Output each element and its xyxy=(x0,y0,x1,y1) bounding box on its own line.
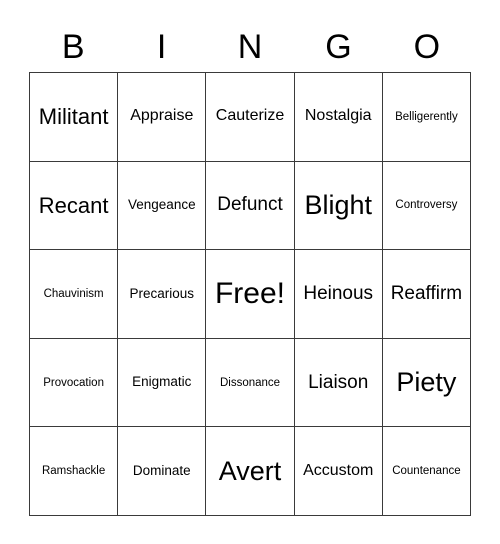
bingo-cell-label: Militant xyxy=(38,104,109,130)
bingo-cell-label: Chauvinism xyxy=(43,287,104,300)
bingo-grid: Militant Appraise Cauterize Nostalgia Bellig… xyxy=(29,72,472,516)
bingo-row: Provocation Enigmatic Dissonance Liaison Pie… xyxy=(30,338,472,428)
bingo-row: Recant Vengeance Defunct Blight Controversy xyxy=(30,161,472,251)
bingo-cell-label: Provocation xyxy=(43,376,104,389)
bingo-cell-label: Recant xyxy=(38,192,109,218)
bingo-cell-label: Vengeance xyxy=(128,197,196,213)
header-letter-b: B xyxy=(61,28,85,66)
bingo-cell-label: Avert xyxy=(218,456,282,486)
header-letter-g: G xyxy=(325,28,352,66)
bingo-cell[interactable]: Avert xyxy=(206,427,295,516)
bingo-cell-label: Blight xyxy=(304,190,372,221)
bingo-cell[interactable]: Accustom xyxy=(294,427,383,516)
bingo-cell-label: Free! xyxy=(214,277,286,311)
bingo-cell[interactable]: Vengeance xyxy=(118,161,207,251)
bingo-cell-label: Piety xyxy=(396,367,457,398)
bingo-cell-label: Dominate xyxy=(132,463,191,479)
bingo-cell[interactable]: Nostalgia xyxy=(294,73,383,162)
bingo-cell[interactable]: Dominate xyxy=(118,427,207,516)
bingo-cell-label: Reaffirm xyxy=(390,283,463,305)
bingo-cell-label: Cauterize xyxy=(215,107,285,125)
bingo-cell-label: Countenance xyxy=(392,465,461,478)
bingo-cell-label: Dissonance xyxy=(219,376,281,389)
bingo-free-space-cell[interactable]: Free! xyxy=(206,250,295,339)
bingo-cell[interactable]: Blight xyxy=(294,161,383,251)
bingo-cell[interactable]: Defunct xyxy=(206,161,295,251)
bingo-cell[interactable]: Cauterize xyxy=(206,73,295,162)
bingo-cell[interactable]: Liaison xyxy=(294,338,383,428)
bingo-cell-label: Defunct xyxy=(217,194,283,216)
bingo-cell[interactable]: Appraise xyxy=(118,73,207,162)
bingo-cell-label: Liaison xyxy=(308,371,369,393)
bingo-row: Ramshackle Dominate Avert Accustom Countenan… xyxy=(30,427,472,516)
bingo-cell[interactable]: Enigmatic xyxy=(118,338,207,428)
bingo-cell-label: Heinous xyxy=(303,283,374,305)
bingo-cell-label: Precarious xyxy=(129,285,195,301)
bingo-cell-label: Accustom xyxy=(303,461,374,479)
bingo-card: B I N G O Militant Appraise Cauterize Nosta… xyxy=(29,22,472,516)
bingo-cell-label: Ramshackle xyxy=(41,465,106,478)
bingo-cell[interactable]: Countenance xyxy=(382,427,472,516)
bingo-cell[interactable]: Belligerently xyxy=(382,73,472,162)
bingo-cell-label: Enigmatic xyxy=(132,374,192,390)
bingo-cell-label: Appraise xyxy=(130,107,194,125)
bingo-cell[interactable]: Recant xyxy=(30,161,119,251)
bingo-cell[interactable]: Ramshackle xyxy=(30,427,119,516)
bingo-cell-label: Nostalgia xyxy=(304,107,372,125)
header-letter-o: O xyxy=(413,28,441,66)
bingo-row: Militant Appraise Cauterize Nostalgia Bellig… xyxy=(30,73,472,162)
bingo-cell[interactable]: Reaffirm xyxy=(382,250,472,339)
bingo-cell[interactable]: Militant xyxy=(30,73,119,162)
bingo-cell[interactable]: Chauvinism xyxy=(30,250,119,339)
header-letter-i: I xyxy=(156,28,167,66)
header-letter-n: N xyxy=(237,28,263,66)
bingo-cell[interactable]: Provocation xyxy=(30,338,119,428)
bingo-header: B I N G O xyxy=(29,22,471,72)
bingo-cell[interactable]: Heinous xyxy=(294,250,383,339)
bingo-cell-label: Controversy xyxy=(395,199,458,212)
bingo-cell[interactable]: Controversy xyxy=(382,161,472,251)
bingo-cell[interactable]: Precarious xyxy=(118,250,207,339)
bingo-cell[interactable]: Dissonance xyxy=(206,338,295,428)
bingo-row: Chauvinism Precarious Free! Heinous Reaffirm xyxy=(30,250,472,339)
bingo-cell-label: Belligerently xyxy=(395,110,458,123)
bingo-cell[interactable]: Piety xyxy=(382,338,472,428)
